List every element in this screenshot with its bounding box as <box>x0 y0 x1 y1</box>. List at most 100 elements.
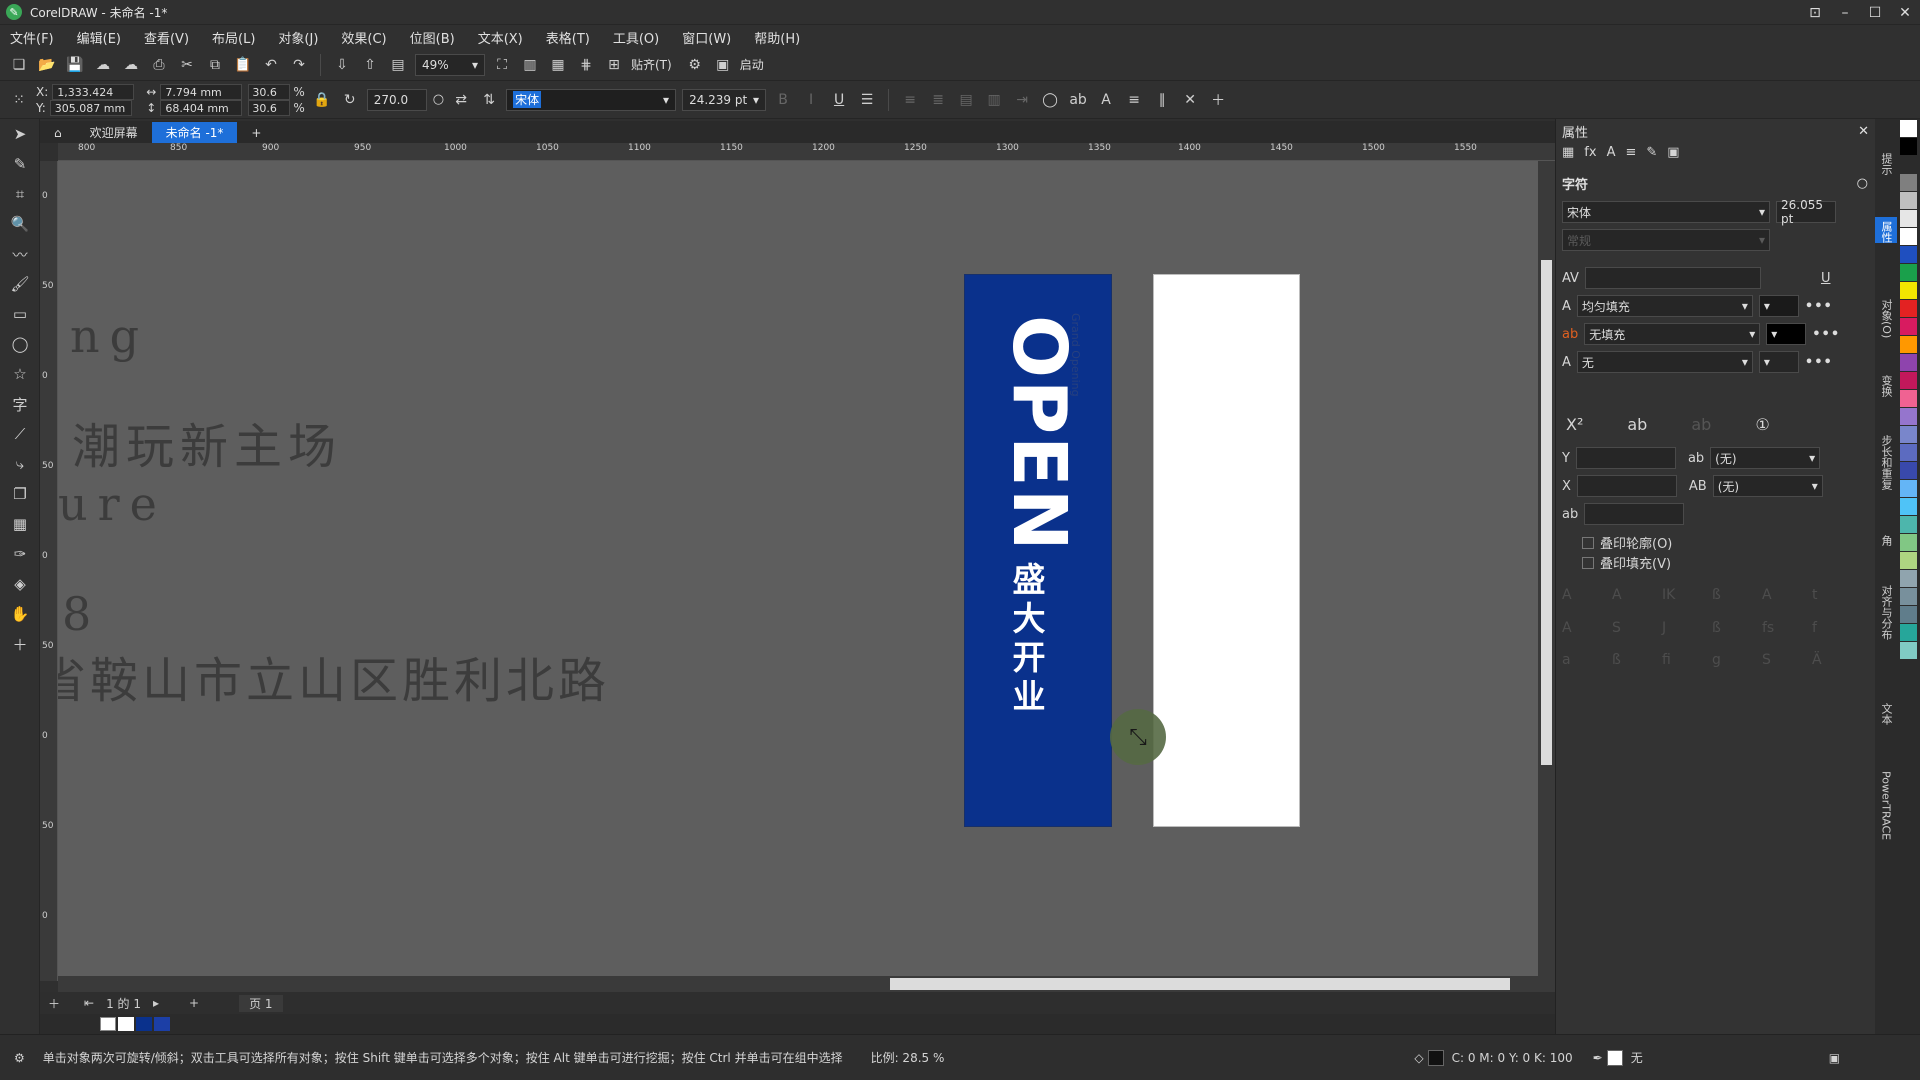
cloud-upload-icon[interactable]: ☁ <box>120 54 142 76</box>
underline-style-icon[interactable]: ab <box>1627 415 1647 434</box>
palette-swatch[interactable] <box>1900 408 1917 425</box>
overprint-fill-checkbox[interactable] <box>1582 556 1594 569</box>
feature-icon[interactable]: fi <box>1662 652 1712 677</box>
palette-swatch[interactable] <box>1900 480 1917 497</box>
vertical-text-icon[interactable]: ∥ <box>1151 89 1173 111</box>
horizontal-ruler[interactable]: 800 850 900 950 1000 1050 1100 1150 1200… <box>58 143 1555 161</box>
indent-icon[interactable]: ⇥ <box>1011 89 1033 111</box>
mirror-horizontal-icon[interactable]: ⇄ <box>450 89 472 111</box>
add-page-button[interactable]: + <box>189 996 199 1010</box>
freehand-tool-icon[interactable]: 〰 <box>0 239 40 269</box>
underline-icon[interactable]: U <box>828 89 850 111</box>
y-position-field[interactable]: 305.087 mm <box>49 99 132 116</box>
feature-icon[interactable]: A <box>1562 620 1612 645</box>
mirror-vertical-icon[interactable]: ⇅ <box>478 89 500 111</box>
menu-window[interactable]: 窗口(W) <box>682 28 731 47</box>
palette-swatch[interactable] <box>1900 570 1917 587</box>
background-color-picker[interactable]: ▾ <box>1766 323 1807 345</box>
feature-icon[interactable]: IK <box>1662 587 1712 612</box>
palette-swatch[interactable] <box>1900 336 1917 353</box>
interactive-fill-icon[interactable]: ◈ <box>0 569 40 599</box>
drawing-canvas[interactable]: ng 潮玩新主场 ure 8 省鞍山市立山区胜利北路 OPEN Grand Op… <box>58 161 1538 976</box>
overprint-outline-checkbox[interactable] <box>1582 536 1594 549</box>
zoom-level-dropdown[interactable]: 49% ▾ <box>415 53 485 76</box>
options-gear-icon[interactable]: ⚙ <box>684 54 706 76</box>
feature-icon[interactable]: f <box>1812 620 1862 645</box>
drop-shadow-icon[interactable]: ❐ <box>0 479 40 509</box>
next-page-icon[interactable]: ▸ <box>153 996 159 1010</box>
vertical-scrollbar[interactable] <box>1538 161 1555 976</box>
pick-tool-icon[interactable]: ➤ <box>0 119 40 149</box>
launch-dropdown[interactable]: 启动 <box>740 56 764 73</box>
text-tool-icon[interactable]: 字 <box>0 389 40 419</box>
palette-swatch[interactable] <box>1900 642 1917 659</box>
artistic-media-icon[interactable]: 🖌 <box>0 269 40 299</box>
menu-effects[interactable]: 效果(C) <box>341 28 386 47</box>
cloud-download-icon[interactable]: ☁ <box>92 54 114 76</box>
char-rotation-field[interactable] <box>1584 503 1685 525</box>
palette-swatch[interactable] <box>1900 552 1917 569</box>
outline-color-swatch[interactable] <box>1606 1049 1623 1066</box>
horizontal-scroll-thumb[interactable] <box>890 978 1510 990</box>
grid-icon[interactable]: ▦ <box>547 54 569 76</box>
blue-door-sign[interactable]: OPEN Grand Opening 盛大开业 <box>964 274 1112 827</box>
feature-icon[interactable]: S <box>1762 652 1812 677</box>
swatch-blue[interactable] <box>136 1017 152 1031</box>
palette-swatch[interactable] <box>1900 390 1917 407</box>
feature-icon[interactable]: S <box>1612 620 1662 645</box>
pdf-icon[interactable]: ▤ <box>387 54 409 76</box>
docker-tab-objects[interactable]: 对象(O) <box>1875 295 1897 338</box>
connector-tool-icon[interactable]: ⤷ <box>0 449 40 479</box>
palette-swatch[interactable] <box>1900 282 1917 299</box>
feature-icon[interactable]: Ä <box>1812 652 1862 677</box>
horizontal-scrollbar[interactable] <box>58 976 1555 992</box>
docker-tab-text[interactable]: 文本 <box>1875 699 1897 725</box>
character-tab-icon[interactable]: A <box>1607 145 1616 160</box>
vertical-scroll-thumb[interactable] <box>1541 260 1552 765</box>
font-size-dropdown[interactable]: 24.239 pt ▾ <box>682 88 767 111</box>
menu-bitmaps[interactable]: 位图(B) <box>410 28 455 47</box>
fill-color-picker[interactable]: ▾ <box>1758 295 1799 317</box>
docker-tab-properties[interactable]: 属性 <box>1875 217 1897 243</box>
full-screen-icon[interactable]: ⛶ <box>491 54 513 76</box>
effects-tab-icon[interactable]: fx <box>1584 145 1596 160</box>
object-origin-icon[interactable]: ⁙ <box>8 89 30 111</box>
feature-icon[interactable]: a <box>1562 652 1612 677</box>
feature-icon[interactable]: ß <box>1612 652 1662 677</box>
docker-tab-transform[interactable]: 变换 <box>1875 371 1897 397</box>
width-field[interactable]: 7.794 mm <box>160 83 243 100</box>
maximize-button[interactable]: ☐ <box>1860 0 1890 25</box>
palette-swatch[interactable] <box>1900 498 1917 515</box>
palette-swatch[interactable] <box>1900 624 1917 641</box>
palette-swatch[interactable] <box>1900 246 1917 263</box>
numbered-list-icon[interactable]: ≣ <box>927 89 949 111</box>
bullet-list-icon[interactable]: ≡ <box>899 89 921 111</box>
feature-icon[interactable]: t <box>1812 587 1862 612</box>
import-icon[interactable]: ⇩ <box>331 54 353 76</box>
palette-swatch[interactable] <box>1900 210 1917 227</box>
home-icon[interactable]: ⌂ <box>40 122 76 143</box>
launch-icon[interactable]: ▣ <box>712 54 734 76</box>
open-heading[interactable]: OPEN <box>996 315 1082 553</box>
export-icon[interactable]: ⇧ <box>359 54 381 76</box>
palette-swatch[interactable] <box>1900 138 1917 155</box>
snap-to-dropdown[interactable]: 贴齐(T) <box>631 56 672 73</box>
settings-gear-icon[interactable]: ⚙ <box>14 1051 25 1065</box>
crop-tool-icon[interactable]: ⌗ <box>0 179 40 209</box>
fit-to-path-icon[interactable]: ✕ <box>1179 89 1201 111</box>
feature-icon[interactable]: A <box>1612 587 1662 612</box>
docker-tab-align-distribute[interactable]: 对齐与分布 <box>1875 581 1897 640</box>
drop-cap-icon[interactable]: ▤ <box>955 89 977 111</box>
paragraph-tab-icon[interactable]: ≡ <box>1625 145 1636 160</box>
menu-help[interactable]: 帮助(H) <box>754 28 800 47</box>
bold-icon[interactable]: B <box>772 89 794 111</box>
background-more-icon[interactable]: ••• <box>1812 327 1840 342</box>
menu-edit[interactable]: 编辑(E) <box>77 28 121 47</box>
rulers-icon[interactable]: ▥ <box>519 54 541 76</box>
palette-swatch[interactable] <box>1900 354 1917 371</box>
palette-swatch[interactable] <box>1900 300 1917 317</box>
x-position-field[interactable]: 1,333.424 mm <box>52 83 135 115</box>
tab-welcome-screen[interactable]: 欢迎屏幕 <box>76 122 152 143</box>
add-icon[interactable]: ＋ <box>1207 89 1229 111</box>
save-icon[interactable]: 💾 <box>64 54 86 76</box>
